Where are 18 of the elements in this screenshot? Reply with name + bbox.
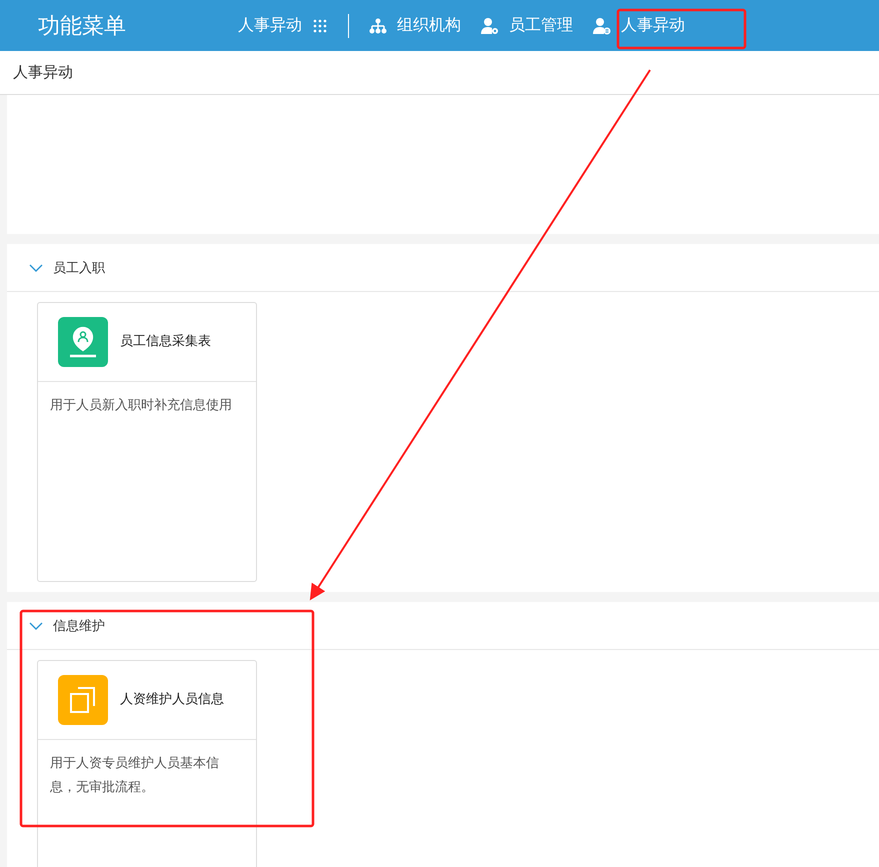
app-card[interactable]: 人资维护人员信息 用于人资专员维护人员基本信息，无审批流程。 [37,660,257,867]
grid-icon [312,18,328,34]
breadcrumb: 人事异动 [13,63,73,82]
section-title[interactable]: 员工入职 [53,258,105,276]
app-title: 功能菜单 [38,12,127,40]
copy-icon [68,685,98,715]
user-gear-icon [481,16,499,34]
chevron-icon[interactable] [29,620,43,630]
section-title[interactable]: 信息维护 [53,616,105,634]
hierarchy-icon [369,16,387,34]
card-description: 用于人员新入职时补充信息使用 [49,397,233,415]
person-pin-icon [68,326,98,358]
app-card[interactable]: 员工信息采集表 用于人员新入职时补充信息使用 [37,302,257,582]
card-title: 人资维护人员信息 [120,691,225,709]
card-title: 员工信息采集表 [120,333,212,351]
user-document-icon [593,16,611,34]
card-description: 用于人资专员维护人员基本信息，无审批流程。 [49,755,220,797]
chevron-icon[interactable] [29,262,43,272]
